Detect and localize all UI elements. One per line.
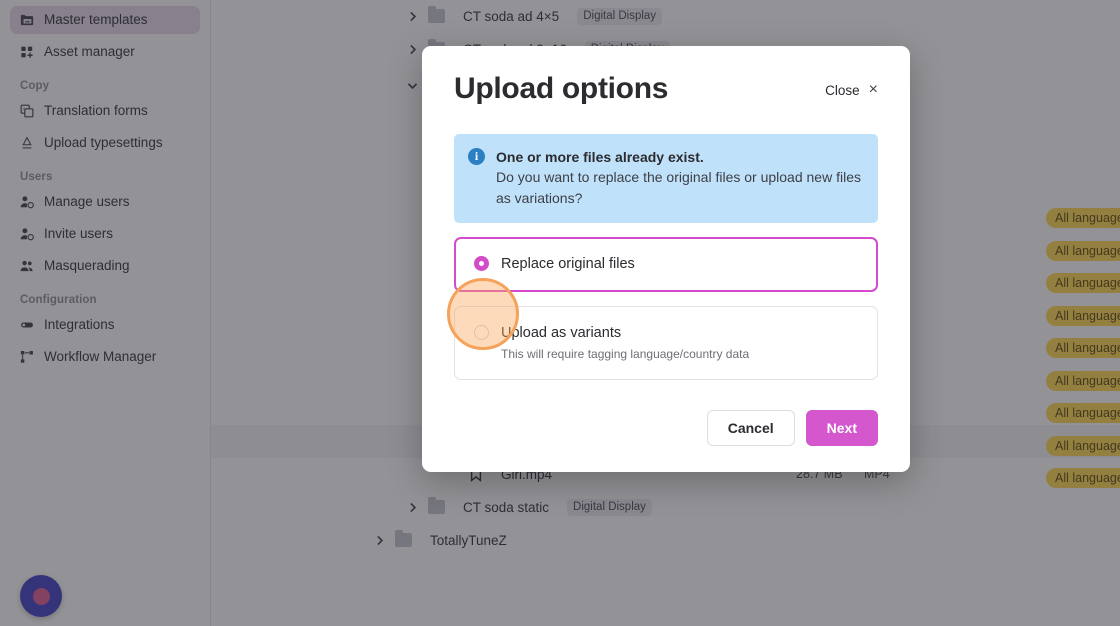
radio-icon[interactable] <box>474 255 489 271</box>
info-banner: i One or more files already exist. Do yo… <box>454 134 878 223</box>
next-button[interactable]: Next <box>805 410 878 447</box>
dialog-header: Upload options Close × <box>454 72 878 106</box>
dialog-actions: Cancel Next <box>454 410 878 447</box>
page-title: Upload options <box>454 72 669 105</box>
close-button-label: Close <box>825 82 860 98</box>
app-root: Master templates Asset manager Copy A Tr… <box>0 0 1120 626</box>
upload-options-dialog: Upload options Close × i One or more fil… <box>422 46 910 473</box>
info-icon: i <box>468 148 485 165</box>
option-sublabel: This will require tagging language/count… <box>501 346 750 361</box>
info-body: Do you want to replace the original file… <box>496 169 861 206</box>
cancel-button[interactable]: Cancel <box>706 410 795 447</box>
info-heading: One or more files already exist. <box>496 149 704 165</box>
close-button[interactable]: Close × <box>825 82 878 98</box>
option-label: Replace original files <box>501 255 635 272</box>
option-label: Upload as variants <box>501 324 622 341</box>
close-icon: × <box>868 81 878 98</box>
option-upload-as-variants[interactable]: Upload as variants This will require tag… <box>454 305 878 381</box>
option-replace-original-files[interactable]: Replace original files <box>454 236 878 292</box>
radio-icon[interactable] <box>474 324 489 340</box>
